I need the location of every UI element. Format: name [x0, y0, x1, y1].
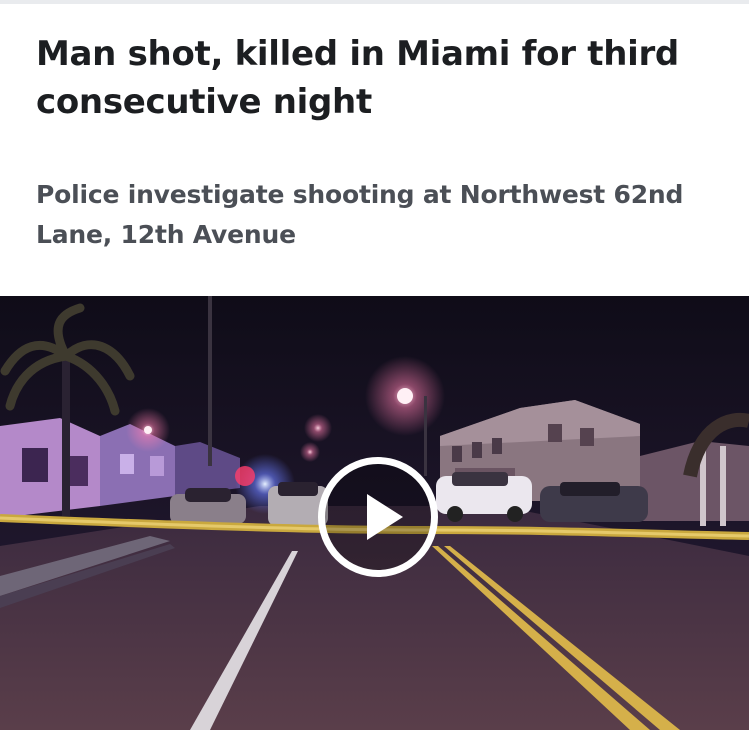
article-headline[interactable]: Man shot, killed in Miami for third cons…: [36, 30, 726, 126]
article-subheadline: Police investigate shooting at Northwest…: [36, 180, 684, 249]
news-card[interactable]: Man shot, killed in Miami for third cons…: [0, 0, 749, 730]
play-icon: [367, 494, 403, 540]
play-button[interactable]: [318, 457, 438, 577]
top-divider: [0, 0, 749, 4]
video-thumbnail[interactable]: [0, 296, 749, 730]
